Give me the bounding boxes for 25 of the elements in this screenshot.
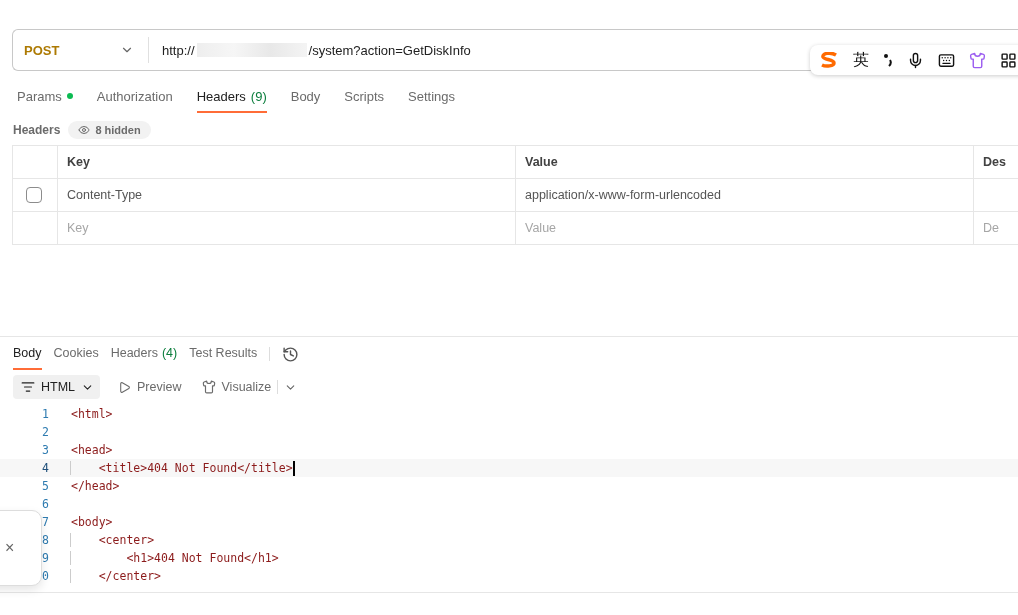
line-number: 7	[41, 515, 49, 529]
column-header: Key	[58, 146, 516, 179]
line-number: 6	[41, 497, 49, 511]
url-text: http:// /system?action=GetDiskInfo	[161, 42, 471, 58]
column-header: Des	[974, 146, 1018, 179]
table-cell: application/x-www-form-urlencoded	[516, 179, 974, 212]
section-title: Headers	[13, 123, 61, 137]
line-number: 9	[41, 551, 49, 565]
line-number: 3	[41, 443, 49, 457]
line-number: 1	[41, 407, 49, 421]
column-header: Value	[516, 146, 974, 179]
code-line: </center>	[70, 569, 161, 583]
table-cell: Content-Type	[58, 179, 516, 212]
code-line: <h1>404 Not Found</h1>	[70, 551, 279, 565]
code-line: <center>	[70, 533, 155, 547]
code-line: </head>	[70, 479, 120, 493]
code-line: <head>	[70, 443, 113, 457]
line-number: 0	[41, 569, 49, 583]
line-number: 5	[41, 479, 49, 493]
code-line: <body>	[70, 515, 113, 529]
code-line: <html>	[70, 407, 113, 421]
code-line: <title>404 Not Found</title>	[70, 461, 293, 475]
line-number: 8	[41, 533, 49, 547]
line-number: 4	[41, 461, 49, 475]
line-number: 2	[41, 425, 49, 439]
